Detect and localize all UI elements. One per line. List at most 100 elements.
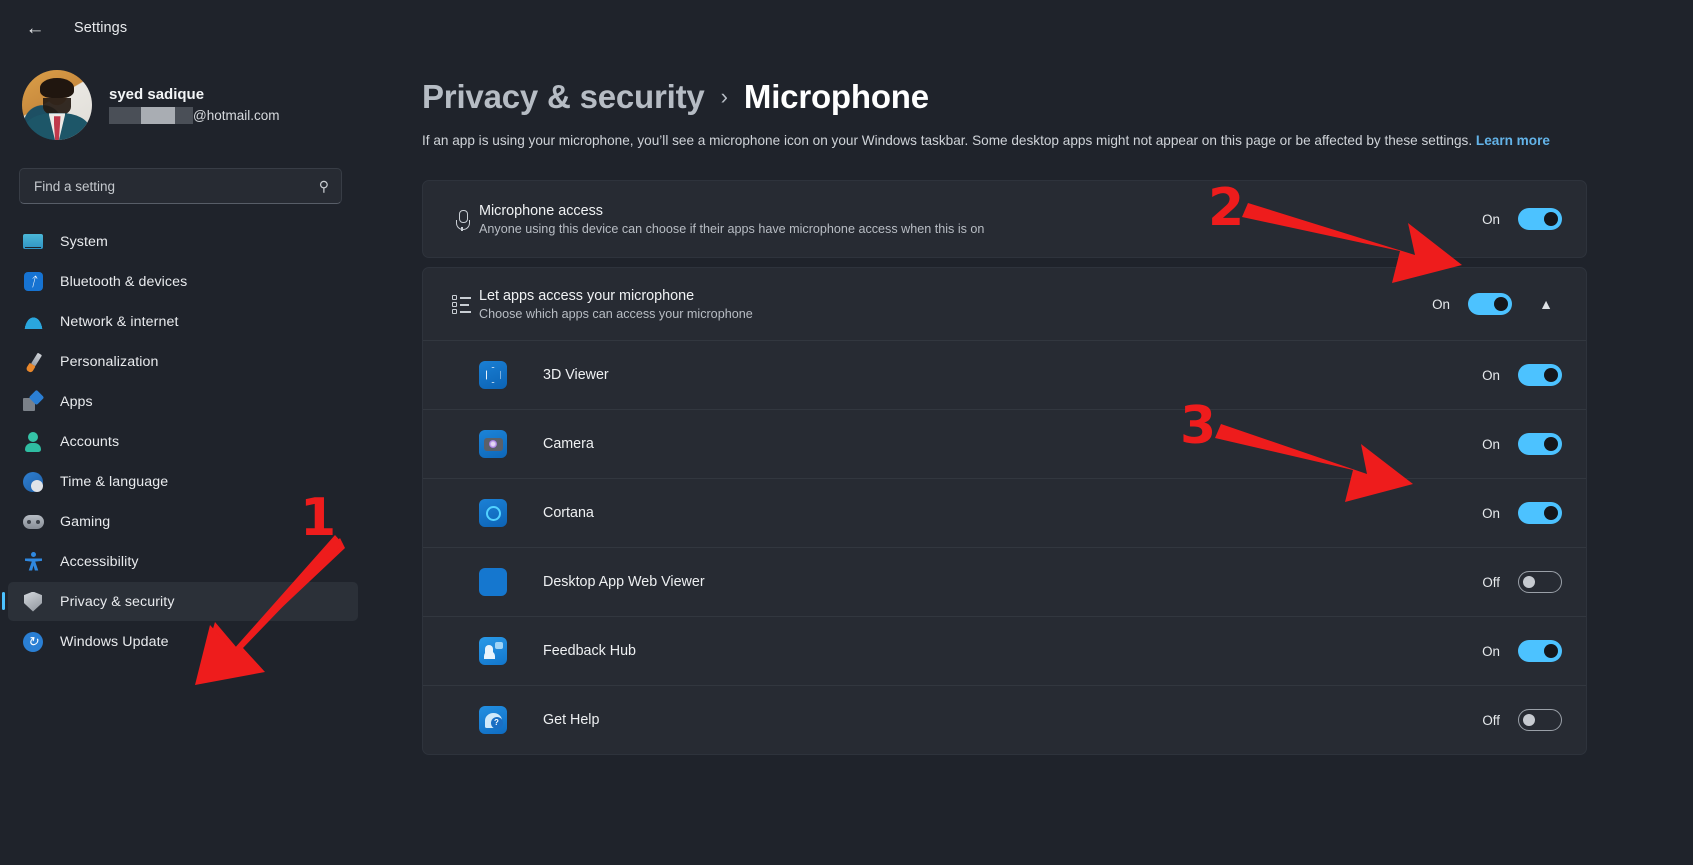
sidebar-item-windows-update[interactable]: ↻ Windows Update (8, 622, 358, 661)
accounts-icon (22, 431, 44, 453)
let-apps-access-subtitle: Choose which apps can access your microp… (479, 306, 753, 321)
redaction-block (141, 107, 175, 124)
sidebar-item-label: Privacy & security (60, 593, 175, 610)
account-email: @hotmail.com (109, 107, 279, 124)
account-email-suffix: @hotmail.com (193, 108, 280, 123)
avatar (22, 70, 92, 140)
app-list-icon (445, 295, 479, 314)
search-icon: ⚲ (318, 177, 329, 194)
app-icon-cortana (479, 499, 507, 528)
sidebar-item-accounts[interactable]: Accounts (8, 422, 358, 461)
network-icon (22, 311, 44, 333)
sidebar-item-bluetooth-devices[interactable]: ᛏ Bluetooth & devices (8, 262, 358, 301)
sidebar-item-gaming[interactable]: Gaming (8, 502, 358, 541)
sidebar: ← Settings syed sadique @hotmail.com ⚲ (0, 0, 370, 865)
sidebar-item-label: System (60, 233, 108, 250)
sidebar-nav: System ᛏ Bluetooth & devices Network & i… (0, 212, 370, 661)
paintbrush-icon (22, 351, 44, 373)
search-input[interactable] (34, 178, 284, 194)
update-icon: ↻ (22, 631, 44, 653)
redaction-block (109, 107, 141, 124)
app-row-get-help: ? Get Help Off (423, 685, 1586, 754)
sidebar-item-network-internet[interactable]: Network & internet (8, 302, 358, 341)
app-row-cortana: Cortana On (423, 478, 1586, 547)
settings-window: ← Settings syed sadique @hotmail.com ⚲ (0, 0, 1693, 865)
learn-more-link[interactable]: Learn more (1476, 133, 1550, 148)
let-apps-access-state: On (1432, 296, 1450, 312)
sidebar-item-label: Gaming (60, 513, 111, 530)
app-name: Feedback Hub (543, 643, 636, 660)
sidebar-item-label: Accounts (60, 433, 120, 450)
app-state: Off (1482, 712, 1500, 728)
shield-icon (22, 591, 44, 613)
sidebar-item-accessibility[interactable]: Accessibility (8, 542, 358, 581)
microphone-access-subtitle: Anyone using this device can choose if t… (479, 221, 985, 236)
page-description-text: If an app is using your microphone, you’… (422, 133, 1473, 148)
app-icon-feedback-hub (479, 637, 507, 666)
app-name: Cortana (543, 505, 594, 522)
desktop-app-web-viewer-app-toggle[interactable] (1518, 571, 1562, 594)
sidebar-item-label: Personalization (60, 353, 159, 370)
app-icon-desktop-app-web-viewer (479, 568, 507, 597)
app-state: On (1482, 367, 1500, 383)
let-apps-access-card: Let apps access your microphone Choose w… (422, 267, 1587, 756)
apps-icon (22, 391, 44, 413)
feedback-hub-app-toggle[interactable] (1518, 640, 1562, 663)
let-apps-access-toggle[interactable] (1468, 293, 1512, 316)
sidebar-item-label: Accessibility (60, 553, 139, 570)
sidebar-item-label: Network & internet (60, 313, 179, 330)
account-name: syed sadique (109, 86, 205, 103)
let-apps-access-header[interactable]: Let apps access your microphone Choose w… (423, 268, 1586, 340)
account-card[interactable]: syed sadique @hotmail.com (0, 56, 370, 154)
accessibility-icon (22, 551, 44, 573)
bluetooth-icon: ᛏ (22, 271, 44, 293)
search-box[interactable]: ⚲ (19, 168, 342, 204)
app-icon-get-help: ? (479, 706, 507, 735)
app-state: Off (1482, 574, 1500, 590)
back-button[interactable]: ← (18, 11, 52, 45)
page-description: If an app is using your microphone, you’… (422, 130, 1577, 152)
sidebar-item-label: Windows Update (60, 633, 169, 650)
sidebar-item-time-language[interactable]: Time & language (8, 462, 358, 501)
app-state: On (1482, 436, 1500, 452)
microphone-access-toggle[interactable] (1518, 208, 1562, 231)
chevron-up-icon[interactable]: ▲ (1530, 288, 1562, 320)
microphone-access-card: Microphone access Anyone using this devi… (422, 180, 1587, 259)
3d-viewer-app-toggle[interactable] (1518, 364, 1562, 387)
clock-icon (22, 471, 44, 493)
system-icon (22, 231, 44, 253)
app-state: On (1482, 505, 1500, 521)
app-row-3d-viewer: 3D Viewer On (423, 340, 1586, 409)
app-icon-3d-viewer (479, 361, 507, 390)
title-bar: ← Settings (0, 0, 370, 56)
sidebar-item-privacy-security[interactable]: Privacy & security (2, 582, 358, 621)
get-help-app-toggle[interactable] (1518, 709, 1562, 732)
app-name: Get Help (543, 712, 600, 729)
search-container: ⚲ (0, 154, 370, 212)
redaction-block (175, 107, 193, 124)
breadcrumb-separator-icon: › (720, 84, 728, 109)
microphone-access-state: On (1482, 211, 1500, 227)
sidebar-item-label: Time & language (60, 473, 169, 490)
breadcrumb-parent[interactable]: Privacy & security (422, 78, 705, 116)
sidebar-item-personalization[interactable]: Personalization (8, 342, 358, 381)
app-title: Settings (74, 20, 128, 36)
cortana-app-toggle[interactable] (1518, 502, 1562, 525)
sidebar-item-label: Bluetooth & devices (60, 273, 188, 290)
app-row-desktop-app-web-viewer: Desktop App Web Viewer Off (423, 547, 1586, 616)
microphone-icon (445, 209, 479, 231)
page-title: Microphone (743, 78, 929, 115)
sidebar-item-system[interactable]: System (8, 222, 358, 261)
app-row-camera: Camera On (423, 409, 1586, 478)
sidebar-item-apps[interactable]: Apps (8, 382, 358, 421)
settings-cards: Microphone access Anyone using this devi… (422, 180, 1587, 756)
sidebar-item-label: Apps (60, 393, 93, 410)
app-name: Camera (543, 436, 594, 453)
gamepad-icon (22, 511, 44, 533)
camera-app-toggle[interactable] (1518, 433, 1562, 456)
app-name: 3D Viewer (543, 367, 609, 384)
app-row-feedback-hub: Feedback Hub On (423, 616, 1586, 685)
main-content: Privacy & security › Microphone If an ap… (370, 0, 1693, 865)
app-name: Desktop App Web Viewer (543, 574, 705, 591)
app-icon-camera (479, 430, 507, 459)
